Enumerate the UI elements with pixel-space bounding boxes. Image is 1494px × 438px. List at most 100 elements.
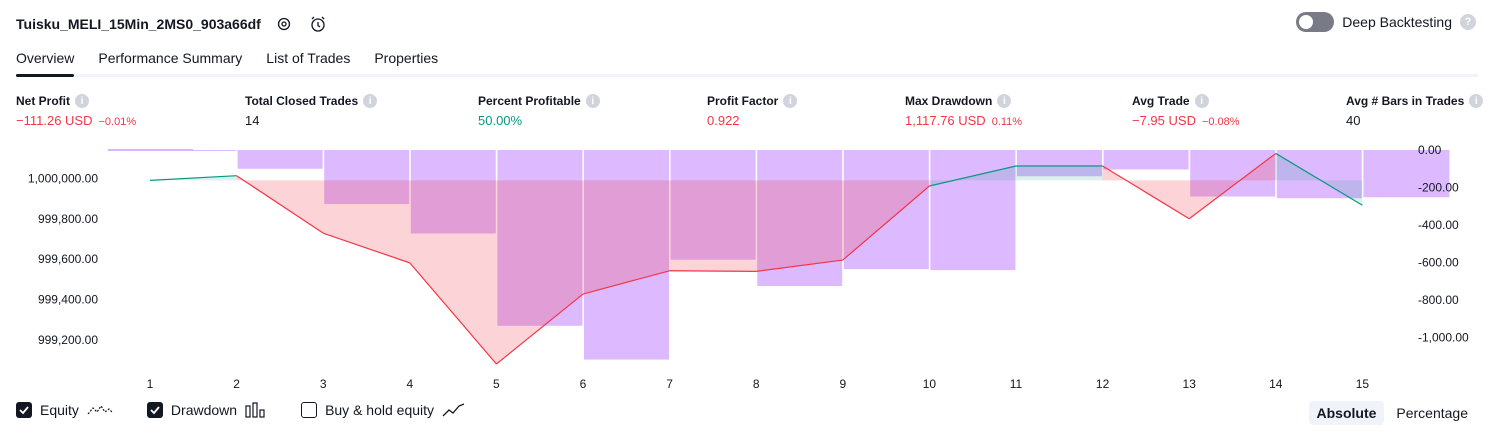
- percentage-button[interactable]: Percentage: [1388, 401, 1476, 425]
- x-axis-tick: 1: [147, 377, 154, 391]
- toggle-knob: [1299, 15, 1314, 29]
- metric-value: 40: [1346, 113, 1361, 128]
- drawdown-bar: [930, 150, 1016, 271]
- metric-label: Total Closed Trades: [245, 94, 359, 108]
- x-axis-tick: 10: [923, 377, 937, 391]
- metric-pct: 0.11%: [991, 116, 1023, 128]
- drawdown-checkbox[interactable]: [146, 402, 163, 418]
- metric-value: 0.922: [707, 113, 740, 128]
- x-axis-tick: 3: [320, 377, 327, 391]
- metric-label: Avg Trade: [1132, 94, 1190, 108]
- alert-clock-icon[interactable]: [307, 13, 329, 35]
- metric-pct: −0.01%: [98, 116, 137, 128]
- metric-value: −7.95 USD: [1132, 113, 1196, 128]
- deep-backtesting-label: Deep Backtesting: [1342, 14, 1452, 30]
- tab-performance-summary[interactable]: Performance Summary: [98, 44, 242, 74]
- x-axis-tick: 7: [666, 377, 673, 391]
- x-axis-tick: 13: [1183, 377, 1197, 391]
- legend-buy-hold-label: Buy & hold equity: [325, 402, 435, 418]
- strategy-header: Tuisku_MELI_15Min_2MS0_903a66df: [16, 10, 329, 38]
- metric-label: Max Drawdown: [905, 94, 993, 108]
- equity-fill-segment: [409, 180, 497, 365]
- deep-backtesting: Deep Backtesting ?: [1296, 12, 1476, 32]
- equity-drawdown-chart: 1,000,000.00 999,800.00 999,600.00 999,400.…: [28, 143, 1469, 391]
- x-axis-tick: 8: [753, 377, 760, 391]
- x-axis-tick: 12: [1096, 377, 1110, 391]
- x-axis-tick: 14: [1269, 377, 1283, 391]
- right-axis-tick: -800.00: [1418, 293, 1459, 307]
- x-axis-tick: 2: [233, 377, 240, 391]
- metric-profit-factor: Profit Factor i 0.922: [707, 94, 798, 128]
- metric-max-drawdown: Max Drawdown i 1,117.76 USD 0.11%: [905, 94, 1022, 128]
- info-icon[interactable]: i: [783, 94, 798, 108]
- info-icon[interactable]: i: [585, 94, 600, 108]
- equity-line-segment: [669, 270, 757, 272]
- drawdown-bar: [151, 150, 236, 151]
- metric-label: Percent Profitable: [478, 94, 581, 108]
- legend-buy-hold[interactable]: Buy & hold equity: [301, 402, 466, 418]
- right-axis-tick: -1,000.00: [1418, 331, 1469, 345]
- metric-value: 1,117.76 USD: [905, 113, 986, 128]
- left-axis-tick: 999,600.00: [38, 252, 98, 266]
- legend-drawdown-label: Drawdown: [170, 402, 238, 418]
- metric-pct: −0.08%: [1201, 116, 1240, 128]
- info-icon[interactable]: i: [1194, 94, 1209, 108]
- left-axis-tick: 999,200.00: [38, 333, 98, 347]
- x-axis-tick: 9: [839, 377, 846, 391]
- left-axis-tick: 1,000,000.00: [28, 171, 98, 185]
- info-icon[interactable]: i: [363, 94, 378, 108]
- x-axis-tick: 15: [1356, 377, 1370, 391]
- check-icon: [150, 406, 160, 415]
- absolute-button[interactable]: Absolute: [1308, 401, 1385, 425]
- settings-icon[interactable]: [273, 13, 295, 35]
- left-axis-tick: 999,400.00: [38, 293, 98, 307]
- tab-list-of-trades[interactable]: List of Trades: [266, 44, 350, 74]
- help-icon[interactable]: ?: [1460, 14, 1476, 30]
- chart-legend: Equity Drawdown Buy & hold equity: [16, 402, 466, 418]
- buy-hold-checkbox[interactable]: [301, 402, 318, 418]
- left-axis-tick: 999,800.00: [38, 212, 98, 226]
- metric-net-profit: Net Profit i −111.26 USD −0.01%: [16, 94, 136, 128]
- info-icon[interactable]: i: [1469, 94, 1484, 108]
- tab-overview[interactable]: Overview: [16, 44, 75, 77]
- deep-backtesting-toggle[interactable]: [1296, 12, 1335, 32]
- metric-avg-bars: Avg # Bars in Trades i 40: [1346, 94, 1484, 128]
- trend-line-icon: [442, 403, 465, 417]
- right-axis-tick: 0.00: [1418, 143, 1442, 157]
- equity-fill-segment: [496, 180, 583, 365]
- equity-line-icon: [87, 404, 113, 415]
- equity-fill-segment: [1016, 165, 1103, 181]
- metric-total-closed-trades: Total Closed Trades i 14: [245, 94, 378, 128]
- equity-fill-segment: [669, 180, 757, 272]
- tab-bar: Overview Performance Summary List of Tra…: [16, 44, 1478, 77]
- drawdown-bar: [237, 150, 323, 169]
- check-icon: [19, 406, 29, 415]
- metric-value: 14: [245, 113, 260, 128]
- metric-label: Profit Factor: [707, 94, 779, 108]
- metric-avg-trade: Avg Trade i −7.95 USD −0.08%: [1132, 94, 1240, 128]
- info-icon[interactable]: i: [75, 94, 89, 108]
- x-axis-tick: 5: [493, 377, 500, 391]
- info-icon[interactable]: i: [997, 94, 1012, 108]
- x-axis-tick: 11: [1010, 377, 1023, 391]
- equity-fill-segment: [323, 180, 410, 263]
- mode-switch: Absolute Percentage: [1308, 401, 1477, 425]
- equity-checkbox[interactable]: [16, 402, 32, 418]
- legend-equity[interactable]: Equity: [16, 402, 113, 418]
- tab-properties[interactable]: Properties: [374, 44, 438, 74]
- metric-percent-profitable: Percent Profitable i 50.00%: [478, 94, 600, 128]
- drawdown-bar: [1103, 150, 1189, 170]
- equity-fill-segment: [756, 180, 843, 272]
- right-axis-tick: -600.00: [1418, 256, 1459, 270]
- right-axis-tick: -200.00: [1418, 181, 1459, 195]
- metric-value: 50.00%: [478, 113, 523, 128]
- metric-value: −111.26 USD: [16, 113, 93, 128]
- metric-label: Avg # Bars in Trades: [1346, 94, 1465, 108]
- legend-equity-label: Equity: [40, 402, 79, 418]
- strategy-title: Tuisku_MELI_15Min_2MS0_903a66df: [16, 16, 261, 32]
- x-axis-tick: 4: [406, 377, 413, 391]
- right-axis-tick: -400.00: [1418, 218, 1459, 232]
- legend-drawdown[interactable]: Drawdown: [146, 402, 267, 418]
- bars-icon: [245, 402, 265, 418]
- x-axis-tick: 6: [580, 377, 587, 391]
